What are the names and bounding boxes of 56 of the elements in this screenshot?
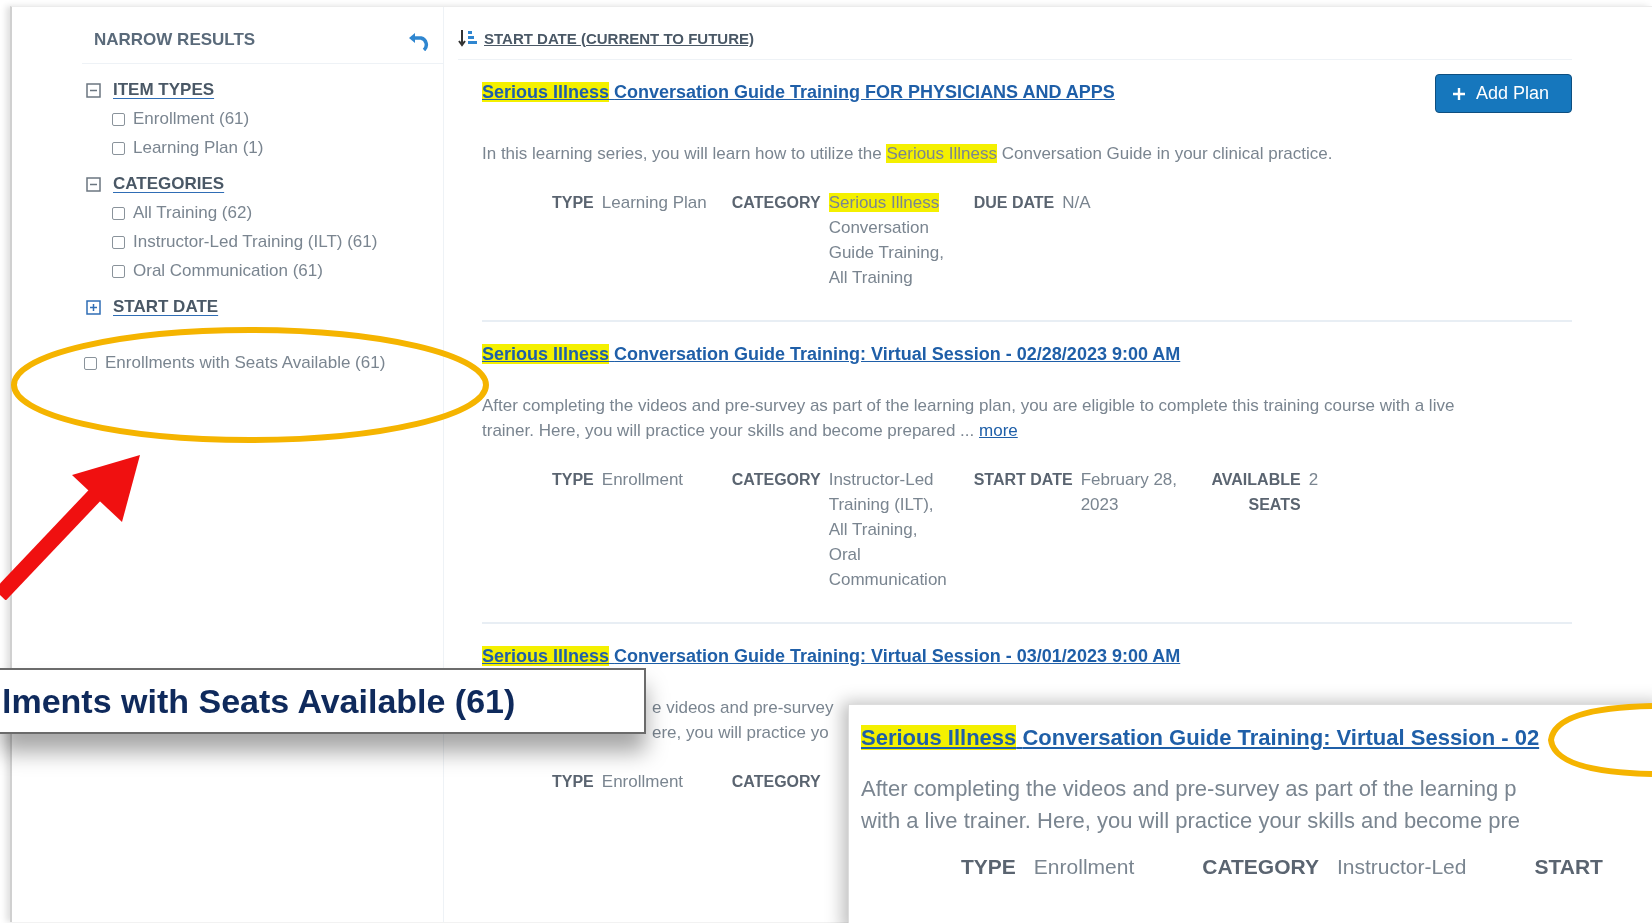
checkbox[interactable]	[112, 112, 125, 126]
filter-option-label: Enrollment (61)	[133, 109, 250, 129]
checkbox[interactable]	[112, 206, 125, 220]
meta-value: N/A	[1062, 192, 1092, 214]
meta-label: CATEGORY	[731, 772, 821, 792]
result-description: After completing the videos and pre-survey as part of the learning plan, you are eligible to complete this training course with a live trainer. Here, you will practice your skills and become prepared ... more	[482, 395, 1456, 442]
filter-option-label: Learning Plan (1)	[133, 138, 264, 158]
collapse-icon[interactable]	[86, 82, 101, 98]
meta-value: 2	[1308, 469, 1320, 491]
result-title-link[interactable]: Serious Illness Conversation Guide Training FOR PHYSICIANS AND APPS	[482, 82, 1115, 103]
filter-option-label: Instructor-Led Training (ILT) (61)	[133, 232, 378, 252]
filter-option-label: All Training (62)	[133, 203, 253, 223]
add-plan-button[interactable]: Add Plan	[1434, 74, 1572, 113]
meta-value: Enrollment	[601, 771, 685, 793]
filter-section-header[interactable]: CATEGORIES	[86, 174, 225, 194]
meta-value: Enrollment	[601, 469, 685, 491]
meta-label: START	[1534, 855, 1603, 879]
result-description: e videos and pre-survey	[652, 697, 834, 719]
meta-label: TYPE	[552, 193, 594, 213]
result-description: After completing the videos and pre-survey as part of the learning p with a live trainer. Here, you will practice your skills and become pre	[861, 775, 1522, 835]
result-title-link[interactable]: Serious Illness Conversation Guide Training: Virtual Session - 02	[861, 725, 1540, 750]
more-link[interactable]: more	[979, 421, 1018, 440]
meta-label: CATEGORY	[1202, 855, 1319, 879]
meta-value: Instructor-Led Training (ILT), All Training, Oral Communication	[828, 469, 948, 591]
checkbox[interactable]	[84, 356, 97, 370]
meta-label: DUE DATE	[973, 193, 1055, 213]
collapse-icon[interactable]	[86, 176, 101, 192]
meta-value: Enrollment	[1033, 855, 1135, 879]
meta-label: TYPE	[552, 772, 594, 792]
sort-icon	[458, 29, 478, 47]
meta-label: CATEGORY	[731, 470, 821, 490]
checkbox[interactable]	[112, 264, 125, 278]
result-title-link[interactable]: Serious Illness Conversation Guide Training: Virtual Session - 02/28/2023 9:00 AM	[482, 344, 1181, 365]
filter-option-label: Oral Communication (61)	[133, 261, 323, 281]
expand-icon[interactable]	[86, 299, 101, 315]
meta-label: AVAILABLE SEATS	[1210, 470, 1301, 515]
meta-label: TYPE	[961, 855, 1016, 879]
filter-option-label: Enrollments with Seats Available (61)	[105, 353, 386, 373]
result-title-link[interactable]: Serious Illness Conversation Guide Training: Virtual Session - 03/01/2023 9:00 AM	[482, 646, 1181, 667]
sidebar-title: NARROW RESULTS	[94, 30, 256, 50]
callout-text: lments with Seats Available (61)	[2, 681, 516, 721]
result-description: ere, you will practice yo	[652, 722, 829, 744]
result-description: In this learning series, you will learn how to utilize the Serious Illness Conversation Guide in your clinical practice.	[482, 143, 1334, 165]
filter-section-header[interactable]: START DATE	[86, 297, 219, 317]
sort-link[interactable]: START DATE (CURRENT TO FUTURE)	[458, 29, 1572, 60]
meta-label: START DATE	[973, 470, 1073, 490]
filter-section-header[interactable]: ITEM TYPES	[86, 80, 215, 100]
meta-label: CATEGORY	[731, 193, 821, 213]
checkbox[interactable]	[112, 235, 125, 249]
meta-value: February 28, 2023	[1080, 469, 1179, 516]
meta-label: TYPE	[552, 470, 594, 490]
plus-icon	[1451, 86, 1466, 101]
checkbox[interactable]	[112, 141, 125, 155]
meta-value: Instructor-Led	[1336, 855, 1467, 879]
meta-value: Serious Illness Conversation Guide Training, All Training	[828, 192, 945, 289]
meta-value: Learning Plan	[601, 192, 708, 214]
